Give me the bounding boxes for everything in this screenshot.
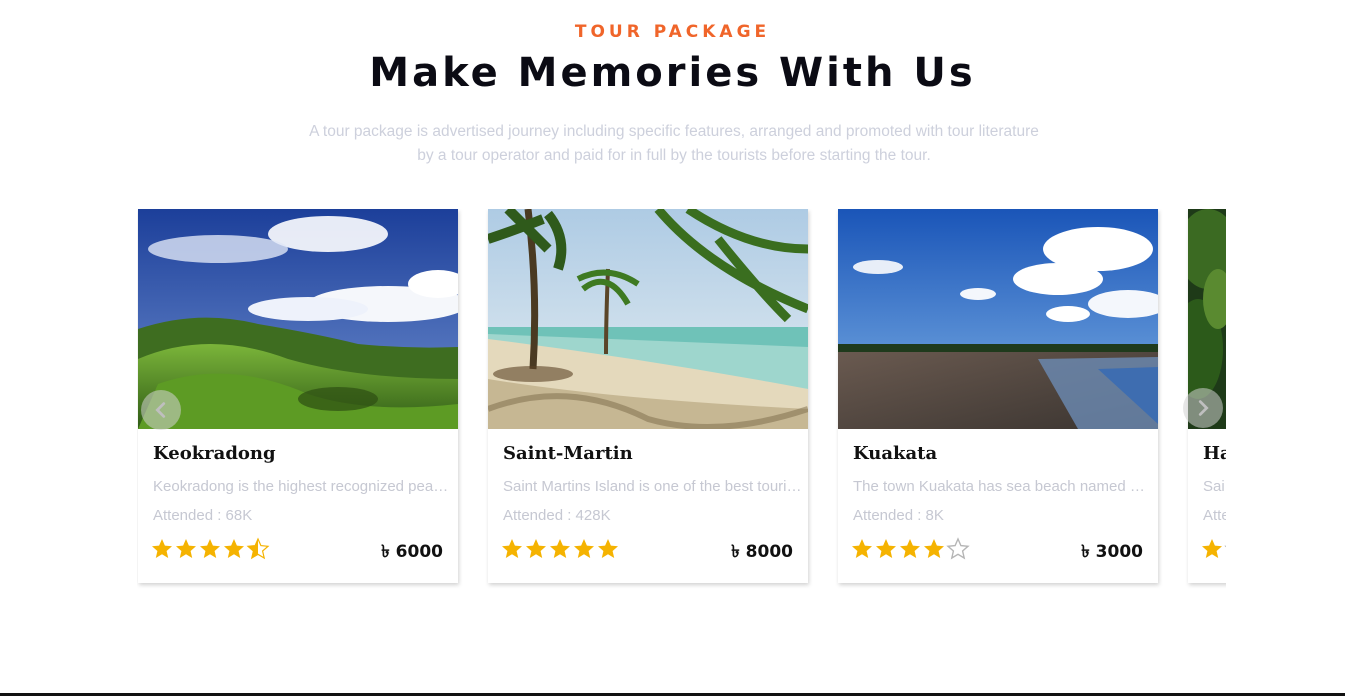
tour-attended: Attended : 428K xyxy=(503,507,611,524)
star-filled-icon xyxy=(526,539,546,558)
tour-attended: Attended : 68K xyxy=(153,507,253,524)
tour-description: Sai xyxy=(1203,478,1225,495)
star-filled-icon xyxy=(598,539,618,558)
section-eyebrow: TOUR PACKAGE xyxy=(574,22,771,42)
rating-stars xyxy=(850,537,970,561)
chevron-left-icon xyxy=(155,402,166,418)
rating-stars xyxy=(1200,537,1226,561)
tour-title: Keokradong xyxy=(153,443,276,464)
star-filled-icon xyxy=(152,539,172,558)
tour-photo-kuakata xyxy=(838,209,1158,429)
tour-title: Kuakata xyxy=(853,443,938,464)
star-filled-icon xyxy=(900,539,920,558)
star-filled-icon xyxy=(876,539,896,558)
tour-title: Saint-Martin xyxy=(503,443,633,464)
tour-price: ৳ 8000 xyxy=(731,542,793,562)
star-filled-icon xyxy=(550,539,570,558)
section-title: Make Memories With Us xyxy=(369,50,976,96)
carousel-track: Keokradong Keokradong is the highest rec… xyxy=(137,209,1226,589)
chevron-right-icon xyxy=(1198,400,1209,416)
tour-price: ৳ 6000 xyxy=(381,542,443,562)
tour-photo-keokradong xyxy=(138,209,458,429)
tour-attended: Attended : 8K xyxy=(853,507,944,524)
star-filled-icon xyxy=(200,539,220,558)
tour-card[interactable]: Saint-Martin Saint Martins Island is one… xyxy=(488,209,808,583)
star-filled-icon xyxy=(1202,539,1222,558)
rating-stars xyxy=(500,537,620,561)
section-subtitle: A tour package is advertised journey inc… xyxy=(272,120,1076,168)
star-filled-icon xyxy=(176,539,196,558)
rating-stars xyxy=(150,537,270,561)
tour-attended: Atte xyxy=(1203,507,1226,524)
star-filled-icon xyxy=(852,539,872,558)
carousel-prev-button[interactable] xyxy=(141,390,181,430)
star-filled-icon xyxy=(924,539,944,558)
tour-description: Saint Martins Island is one of the best … xyxy=(503,478,803,495)
tour-price: ৳ 3000 xyxy=(1081,542,1143,562)
star-empty-icon xyxy=(1224,545,1226,548)
star-half-icon xyxy=(246,537,270,560)
tour-carousel: Keokradong Keokradong is the highest rec… xyxy=(137,209,1226,589)
tour-photo-saint-martin xyxy=(488,209,808,429)
star-filled-icon xyxy=(224,539,244,558)
tour-description: The town Kuakata has sea beach named Kua… xyxy=(853,478,1153,495)
star-filled-icon xyxy=(502,539,522,558)
tour-title: Ham xyxy=(1203,443,1226,464)
tour-description: Keokradong is the highest recognized pea… xyxy=(153,478,453,495)
subtitle-line-1: A tour package is advertised journey inc… xyxy=(309,123,1039,140)
star-empty-icon xyxy=(946,537,970,560)
carousel-next-button[interactable] xyxy=(1183,388,1223,428)
tour-card[interactable]: Kuakata The town Kuakata has sea beach n… xyxy=(838,209,1158,583)
tour-card[interactable]: Keokradong Keokradong is the highest rec… xyxy=(138,209,458,583)
star-filled-icon xyxy=(574,539,594,558)
subtitle-line-2: by a tour operator and paid for in full … xyxy=(417,147,931,164)
